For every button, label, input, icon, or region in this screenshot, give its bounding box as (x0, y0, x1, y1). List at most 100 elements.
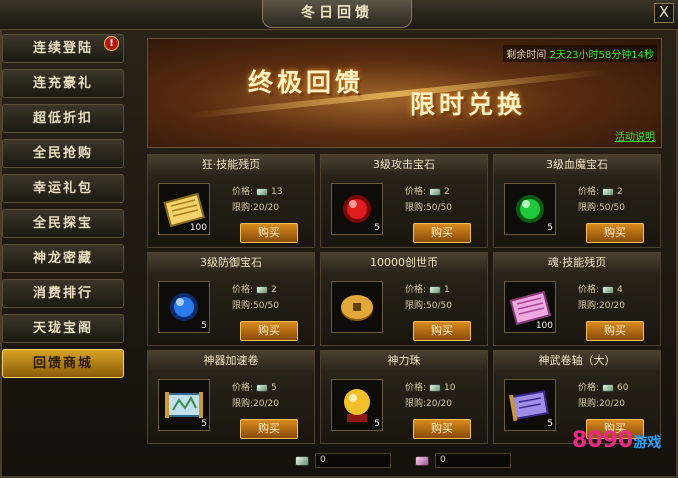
item-quantity: 5 (374, 419, 380, 429)
silver-ingot-icon (429, 188, 442, 196)
item-quantity: 5 (547, 223, 553, 233)
limit-value: 50/50 (253, 301, 279, 311)
product-info: 价格: 60 限购:20/20 (578, 380, 629, 412)
event-banner: 终极回馈 限时兑换 剩余时间 2天23小时58分钟14秒 活动说明 (147, 38, 662, 148)
product-name: 神器加速卷 (148, 351, 314, 371)
pink-ingot-icon (415, 455, 429, 466)
sidebar-item-label: 全民探宝 (32, 216, 93, 231)
price-label: 价格: (405, 187, 427, 197)
limit-value: 20/20 (426, 399, 452, 409)
timer-value: 2天23小时58分钟14秒 (549, 50, 654, 61)
buy-button[interactable]: 购买 (586, 321, 644, 341)
logo-text: 8090 (572, 428, 634, 453)
buy-button[interactable]: 购买 (240, 321, 298, 341)
price-value: 2 (271, 285, 277, 295)
close-button[interactable]: X (654, 3, 674, 23)
product-card: 神器加速卷 5 价格: 5 限购:20/20 购买 (147, 350, 315, 444)
buy-button[interactable]: 购买 (413, 419, 471, 439)
item-slot[interactable]: 100 (504, 281, 556, 333)
product-card: 10000创世币 价格: 1 限购:50/50 购买 (320, 252, 488, 346)
silver-ingot-icon (429, 286, 442, 294)
silver-ingot-icon (256, 384, 269, 392)
price-value: 2 (444, 187, 450, 197)
price-label: 价格: (232, 285, 254, 295)
product-info: 价格: 5 限购:20/20 (232, 380, 279, 412)
silver-ingot-icon (602, 384, 615, 392)
product-name: 3级防御宝石 (148, 253, 314, 273)
sidebar-item-dragon-vault[interactable]: 神龙密藏 (2, 244, 124, 273)
sidebar-item-spending-rank[interactable]: 消费排行 (2, 279, 124, 308)
product-card: 魂·技能残页 100 价格: 4 限购:20/20 购买 (493, 252, 661, 346)
timer-label: 剩余时间 (506, 50, 547, 61)
silver-ingot-icon (256, 188, 269, 196)
limit-value: 50/50 (599, 203, 625, 213)
sidebar-item-treasure-pavilion[interactable]: 天珑宝阁 (2, 314, 124, 343)
item-slot[interactable]: 5 (158, 281, 210, 333)
item-slot[interactable]: 5 (331, 183, 383, 235)
item-quantity: 100 (535, 321, 553, 331)
sidebar-item-discount[interactable]: 超低折扣 (2, 104, 124, 133)
limit-label: 限购: (578, 399, 600, 409)
sidebar-item-consecutive-login[interactable]: 连续登陆 ! (2, 34, 124, 63)
product-card: 3级血魔宝石 5 价格: 2 限购:50/50 购买 (493, 154, 661, 248)
silver-ingot-icon (602, 188, 615, 196)
limit-value: 20/20 (253, 203, 279, 213)
limit-label: 限购: (232, 301, 254, 311)
limit-label: 限购: (405, 399, 427, 409)
item-slot[interactable] (331, 281, 383, 333)
item-slot[interactable]: 100 (158, 183, 210, 235)
sidebar-item-lucky-pack[interactable]: 幸运礼包 (2, 174, 124, 203)
buy-button[interactable]: 购买 (240, 419, 298, 439)
buy-button[interactable]: 购买 (413, 223, 471, 243)
silver-ingot-icon (602, 286, 615, 294)
price-value: 4 (617, 285, 623, 295)
silver-ingot-icon (256, 286, 269, 294)
product-info: 价格: 4 限购:20/20 (578, 282, 625, 314)
product-card: 狂·技能残页 100 价格: 13 限购:20/20 购买 (147, 154, 315, 248)
title-bar: 冬日回馈 X (0, 0, 678, 30)
sidebar: 连续登陆 ! 连充豪礼 超低折扣 全民抢购 幸运礼包 全民探宝 神龙密藏 消费排… (0, 34, 132, 378)
item-quantity: 5 (547, 419, 553, 429)
buy-button[interactable]: 购买 (413, 321, 471, 341)
logo-suffix: 游戏 (633, 435, 662, 451)
price-label: 价格: (405, 383, 427, 393)
sidebar-item-reward-shop[interactable]: 回馈商城 (2, 349, 124, 378)
product-name: 神武卷轴（大） (494, 351, 660, 371)
limit-label: 限购: (578, 203, 600, 213)
limit-value: 50/50 (426, 203, 452, 213)
product-name: 3级血魔宝石 (494, 155, 660, 175)
buy-button[interactable]: 购买 (240, 223, 298, 243)
product-info: 价格: 2 限购:50/50 (578, 184, 625, 216)
item-slot[interactable]: 5 (504, 183, 556, 235)
product-info: 价格: 2 限购:50/50 (405, 184, 452, 216)
countdown-timer: 剩余时间 2天23小时58分钟14秒 (503, 45, 657, 62)
limit-value: 20/20 (599, 301, 625, 311)
limit-label: 限购: (405, 301, 427, 311)
banner-subtitle: 限时兑换 (410, 90, 527, 119)
site-logo: 8090游戏 (572, 428, 661, 453)
product-name: 3级攻击宝石 (321, 155, 487, 175)
item-slot[interactable]: 5 (158, 379, 210, 431)
sidebar-item-recharge-gifts[interactable]: 连充豪礼 (2, 69, 124, 98)
event-rules-link[interactable]: 活动说明 (615, 128, 655, 143)
item-quantity: 5 (201, 419, 207, 429)
product-info: 价格: 13 限购:20/20 (232, 184, 283, 216)
product-info: 价格: 1 限购:50/50 (405, 282, 452, 314)
item-quantity: 100 (189, 223, 207, 233)
price-label: 价格: (405, 285, 427, 295)
price-value: 5 (271, 383, 277, 393)
sidebar-item-treasure-hunt[interactable]: 全民探宝 (2, 209, 124, 238)
sidebar-item-label: 连续登陆 (32, 41, 93, 56)
sidebar-item-label: 全民抢购 (32, 146, 93, 161)
sidebar-item-label: 超低折扣 (32, 111, 93, 126)
item-slot[interactable]: 5 (504, 379, 556, 431)
price-label: 价格: (232, 187, 254, 197)
limit-value: 20/20 (253, 399, 279, 409)
product-name: 神力珠 (321, 351, 487, 371)
price-value: 1 (444, 285, 450, 295)
price-label: 价格: (578, 383, 600, 393)
item-slot[interactable]: 5 (331, 379, 383, 431)
sidebar-item-flash-sale[interactable]: 全民抢购 (2, 139, 124, 168)
item-quantity: 5 (201, 321, 207, 331)
buy-button[interactable]: 购买 (586, 223, 644, 243)
